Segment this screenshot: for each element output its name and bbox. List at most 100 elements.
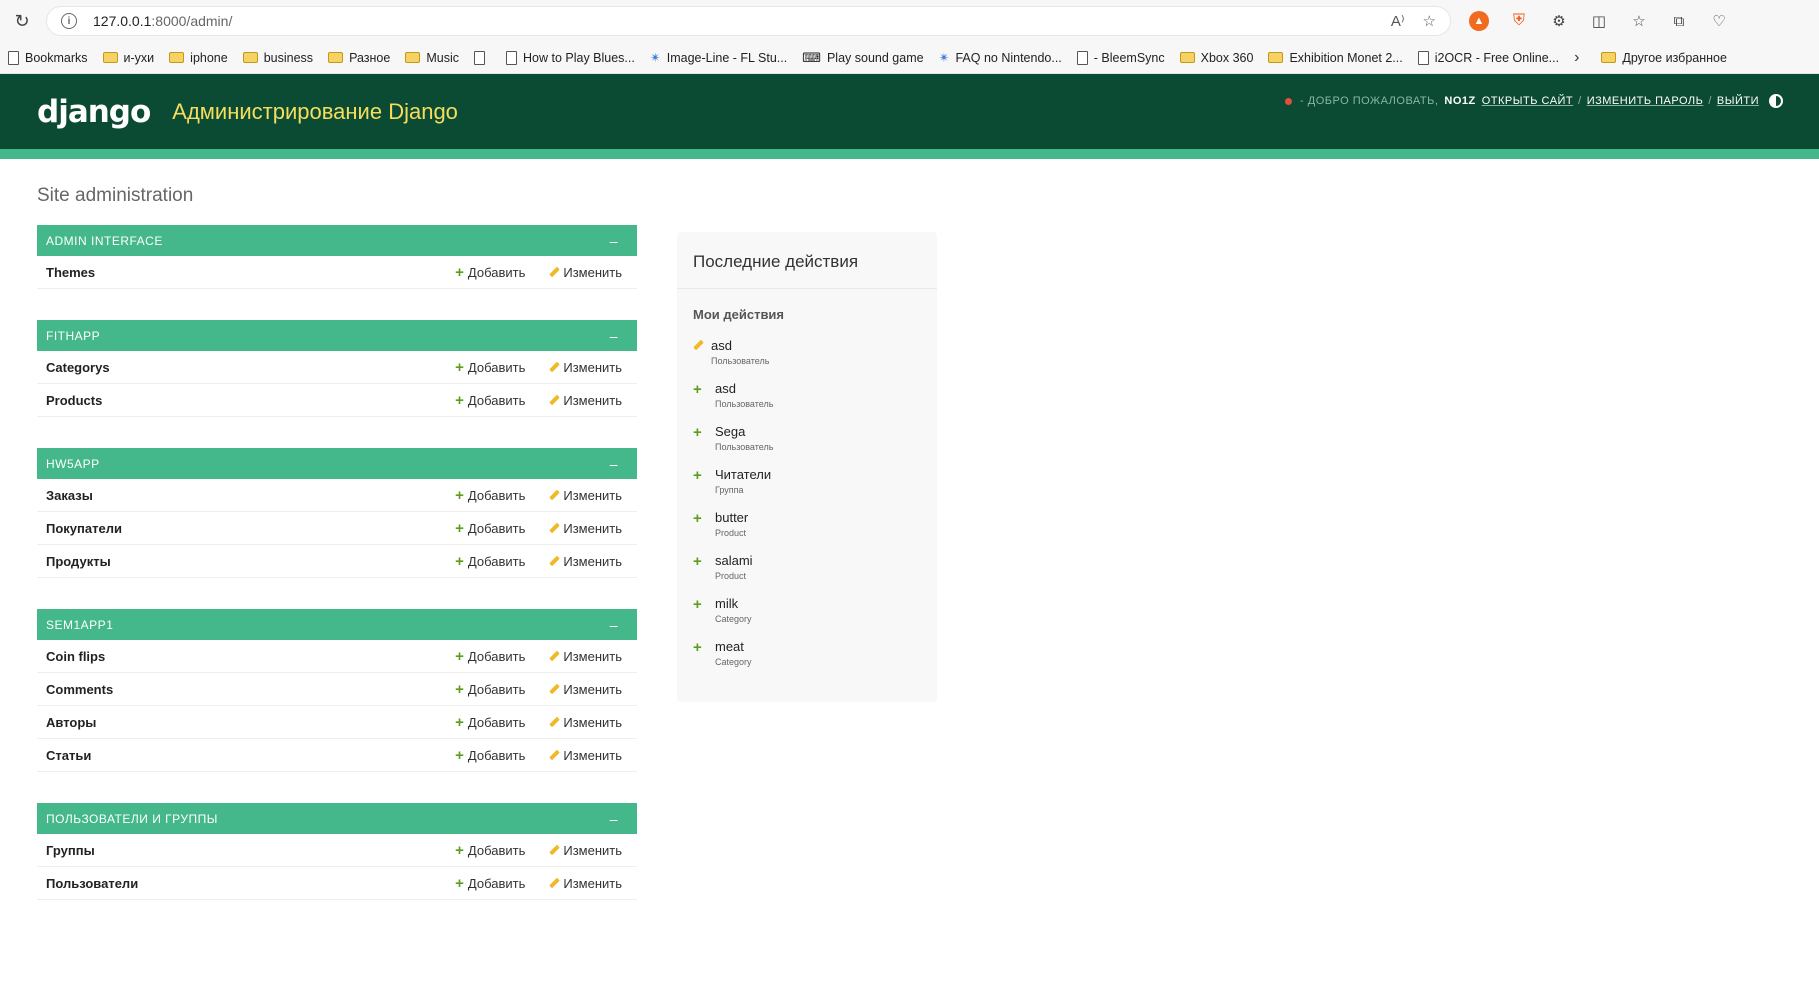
model-link[interactable]: Пользователи: [46, 876, 433, 891]
add-link[interactable]: + Добавить: [455, 843, 525, 858]
bookmark-item[interactable]: Разное: [328, 51, 390, 65]
recent-action-item: + milk Category: [677, 596, 937, 639]
change-link[interactable]: Изменить: [547, 488, 622, 503]
recent-action-object-link[interactable]: asd: [715, 381, 773, 396]
site-info-icon[interactable]: i: [61, 13, 77, 29]
logout-link[interactable]: ВЫЙТИ: [1717, 95, 1759, 107]
more-bookmarks-chevron-icon[interactable]: ›: [1574, 49, 1579, 67]
add-link[interactable]: + Добавить: [455, 682, 525, 697]
model-link[interactable]: Categorys: [46, 360, 433, 375]
bookmark-item[interactable]: Xbox 360: [1179, 51, 1253, 65]
app-caption[interactable]: FITHAPP –: [37, 320, 637, 351]
collapse-icon[interactable]: –: [610, 233, 618, 249]
bookmark-item[interactable]: iphone: [169, 51, 228, 65]
recent-action-object-link[interactable]: Sega: [715, 424, 773, 439]
add-link[interactable]: + Добавить: [455, 715, 525, 730]
browser-essentials-icon[interactable]: ♡: [1709, 11, 1729, 31]
read-aloud-icon[interactable]: A⁾: [1391, 12, 1405, 30]
add-link[interactable]: + Добавить: [455, 554, 525, 569]
brave-lion-icon[interactable]: ⛨: [1509, 11, 1529, 31]
bookmark-item[interactable]: ✴ FAQ no Nintendo...: [939, 50, 1062, 66]
bookmark-item[interactable]: Music: [405, 51, 459, 65]
change-link[interactable]: Изменить: [547, 682, 622, 697]
bookmark-item[interactable]: ✴ Image-Line - FL Stu...: [650, 50, 787, 66]
change-link[interactable]: Изменить: [547, 843, 622, 858]
model-link[interactable]: Coin flips: [46, 649, 433, 664]
add-label: Добавить: [467, 714, 526, 730]
recent-actions-title: Последние действия: [677, 232, 937, 289]
address-bar[interactable]: i 127.0.0.1:8000/admin/ A⁾ ☆: [46, 6, 1451, 36]
favorite-star-icon[interactable]: ☆: [1423, 12, 1436, 30]
add-link[interactable]: + Добавить: [455, 488, 525, 503]
model-link[interactable]: Products: [46, 393, 433, 408]
other-bookmarks-folder[interactable]: Другое избранное: [1601, 51, 1727, 65]
model-link[interactable]: Продукты: [46, 554, 433, 569]
model-link[interactable]: Статьи: [46, 748, 433, 763]
change-link[interactable]: Изменить: [547, 265, 622, 280]
app-caption[interactable]: SEM1APP1 –: [37, 609, 637, 640]
add-plus-icon: +: [693, 553, 702, 570]
bookmark-item[interactable]: Bookmarks: [8, 50, 88, 65]
app-caption[interactable]: ПОЛЬЗОВАТЕЛИ И ГРУППЫ –: [37, 803, 637, 834]
recent-action-item: + Читатели Группа: [677, 467, 937, 510]
bookmark-item[interactable]: i2OCR - Free Online...: [1417, 50, 1559, 65]
add-link[interactable]: + Добавить: [455, 748, 525, 763]
model-link[interactable]: Заказы: [46, 488, 433, 503]
collapse-icon[interactable]: –: [610, 811, 618, 827]
site-title-link[interactable]: Администрирование Django: [172, 99, 458, 125]
url-text[interactable]: 127.0.0.1:8000/admin/: [93, 13, 232, 29]
change-link[interactable]: Изменить: [547, 521, 622, 536]
add-link[interactable]: + Добавить: [455, 876, 525, 891]
add-link[interactable]: + Добавить: [455, 393, 525, 408]
change-link[interactable]: Изменить: [547, 715, 622, 730]
change-link[interactable]: Изменить: [547, 649, 622, 664]
change-link[interactable]: Изменить: [547, 360, 622, 375]
bookmark-item[interactable]: ⌨ Play sound game: [802, 50, 923, 66]
collapse-icon[interactable]: –: [610, 328, 618, 344]
bookmark-label: iphone: [190, 50, 228, 65]
extension-orange-icon[interactable]: ▲: [1469, 11, 1489, 31]
view-site-link[interactable]: ОТКРЫТЬ САЙТ: [1482, 95, 1573, 107]
recent-action-object-link[interactable]: asd: [711, 338, 769, 353]
bookmark-item[interactable]: How to Play Blues...: [506, 50, 635, 65]
bookmark-item[interactable]: и-ухи: [102, 51, 154, 65]
recent-action-object-link[interactable]: salami: [715, 553, 753, 568]
change-link[interactable]: Изменить: [547, 393, 622, 408]
app-caption[interactable]: HW5APP –: [37, 448, 637, 479]
app-caption[interactable]: ADMIN INTERFACE –: [37, 225, 637, 256]
model-link[interactable]: Группы: [46, 843, 433, 858]
collections-icon[interactable]: ⧉: [1669, 11, 1689, 31]
change-link[interactable]: Изменить: [547, 876, 622, 891]
favorites-icon[interactable]: ☆: [1629, 11, 1649, 31]
collapse-icon[interactable]: –: [610, 617, 618, 633]
pencil-icon: [547, 650, 559, 662]
browser-toolbar: ↻ i 127.0.0.1:8000/admin/ A⁾ ☆ ▲ ⛨ ⚙ ◫ ☆…: [0, 0, 1819, 42]
add-link[interactable]: + Добавить: [455, 265, 525, 280]
split-screen-icon[interactable]: ◫: [1589, 11, 1609, 31]
add-link[interactable]: + Добавить: [455, 649, 525, 664]
bookmark-item[interactable]: [474, 50, 491, 65]
theme-toggle-icon[interactable]: [1769, 94, 1783, 108]
model-link[interactable]: Themes: [46, 265, 433, 280]
model-link[interactable]: Авторы: [46, 715, 433, 730]
change-link[interactable]: Изменить: [547, 748, 622, 763]
bookmark-item[interactable]: - BleemSync: [1076, 50, 1165, 65]
recent-action-object-link[interactable]: butter: [715, 510, 748, 525]
reload-icon[interactable]: ↻: [8, 7, 36, 35]
add-link[interactable]: + Добавить: [455, 360, 525, 375]
model-link[interactable]: Comments: [46, 682, 433, 697]
collapse-icon[interactable]: –: [610, 456, 618, 472]
add-link[interactable]: + Добавить: [455, 521, 525, 536]
change-pencil-icon: [693, 339, 711, 381]
recent-action-object-link[interactable]: Читатели: [715, 467, 771, 482]
bookmark-item[interactable]: Exhibition Monet 2...: [1268, 51, 1403, 65]
add-plus-icon: +: [455, 680, 464, 698]
model-link[interactable]: Покупатели: [46, 521, 433, 536]
bookmark-item[interactable]: business: [242, 51, 313, 65]
change-link[interactable]: Изменить: [547, 554, 622, 569]
recent-action-object-link[interactable]: milk: [715, 596, 752, 611]
extensions-puzzle-icon[interactable]: ⚙: [1549, 11, 1569, 31]
recent-action-type: Пользователь: [715, 442, 774, 452]
change-password-link[interactable]: ИЗМЕНИТЬ ПАРОЛЬ: [1587, 95, 1704, 107]
recent-action-object-link[interactable]: meat: [715, 639, 752, 654]
